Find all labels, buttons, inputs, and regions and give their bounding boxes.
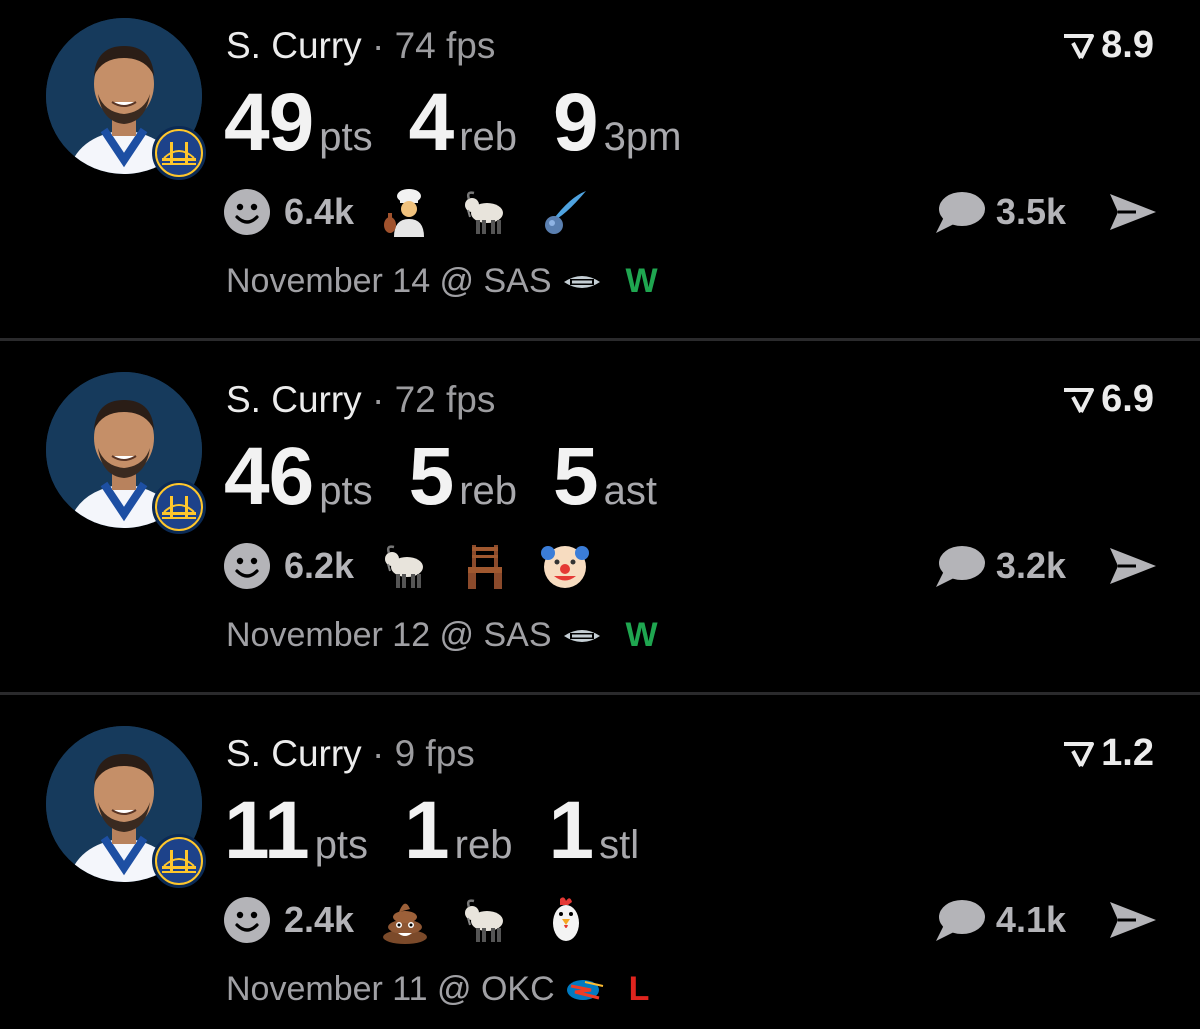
comment-count: 3.5k xyxy=(995,191,1066,232)
spurs-logo-icon xyxy=(563,629,600,642)
stat-label: reb xyxy=(454,823,513,867)
stat-line: 46 pts 5 reb 5 ast xyxy=(224,436,693,518)
post-byline: S. Curry · 9 fps xyxy=(226,732,475,776)
stat-label: pts xyxy=(314,823,369,867)
comment-action[interactable]: 3.5k xyxy=(934,186,1066,238)
rating-icon xyxy=(1064,387,1095,413)
reaction-count: 6.4k xyxy=(284,191,355,232)
smiley-react-icon[interactable] xyxy=(222,895,272,945)
comment-count: 4.1k xyxy=(995,899,1066,940)
rating-icon xyxy=(1064,741,1095,767)
comment-bubble-icon xyxy=(935,900,985,941)
poop-emoji[interactable] xyxy=(380,895,430,945)
post-byline: S. Curry · 72 fps xyxy=(226,378,495,422)
post-feed: S. Curry · 74 fps 8.9 49 pts 4 reb 9 3pm… xyxy=(0,0,1200,1029)
comment-bubble-icon xyxy=(935,546,985,587)
warriors-logo-icon xyxy=(152,126,206,180)
stat-label: 3pm xyxy=(603,115,682,159)
post-card[interactable]: S. Curry · 72 fps 6.9 46 pts 5 reb 5 ast… xyxy=(0,352,1200,692)
stat-value: 11 xyxy=(224,785,310,876)
rating-value: 6.9 xyxy=(1101,378,1154,420)
reaction-bar: 2.4k xyxy=(222,894,620,946)
stat-label: stl xyxy=(599,823,640,867)
reaction-bar: 6.2k xyxy=(222,540,620,592)
stat-value: 9 xyxy=(553,77,599,168)
stat-label: reb xyxy=(459,115,517,159)
player-name[interactable]: S. Curry xyxy=(226,25,362,66)
game-info: November 12 @ SAS W xyxy=(226,616,658,655)
player-name[interactable]: S. Curry xyxy=(226,733,362,774)
comment-bubble-icon xyxy=(935,192,985,233)
clown-emoji[interactable] xyxy=(540,541,590,591)
stat-label: ast xyxy=(603,469,657,513)
player-name[interactable]: S. Curry xyxy=(226,379,362,420)
share-icon[interactable] xyxy=(1106,544,1158,588)
rating-icon xyxy=(1064,33,1095,59)
fps-value: 74 fps xyxy=(394,25,496,66)
stat-value: 4 xyxy=(408,77,455,168)
post-rating: 1.2 xyxy=(1061,732,1154,775)
chair-emoji[interactable] xyxy=(460,541,510,591)
smiley-react-icon[interactable] xyxy=(222,541,272,591)
game-info: November 11 @ OKC L xyxy=(226,970,649,1009)
stat-value: 49 xyxy=(224,77,314,168)
goat-emoji[interactable] xyxy=(380,541,430,591)
stat-value: 1 xyxy=(548,785,594,876)
post-rating: 6.9 xyxy=(1061,378,1154,421)
post-divider xyxy=(0,692,1200,695)
rating-value: 1.2 xyxy=(1101,732,1154,774)
game-date-opponent: November 11 @ OKC xyxy=(226,970,555,1008)
game-date-opponent: November 12 @ SAS xyxy=(226,616,552,654)
spurs-logo-icon xyxy=(563,275,600,288)
game-info: November 14 @ SAS W xyxy=(226,262,658,301)
game-result-loss: L xyxy=(628,970,650,1008)
comment-count: 3.2k xyxy=(995,545,1066,586)
comment-action[interactable]: 3.2k xyxy=(934,540,1066,592)
post-rating: 8.9 xyxy=(1061,24,1154,67)
byline-separator: · xyxy=(371,733,385,774)
stat-label: pts xyxy=(319,469,373,513)
fps-value: 9 fps xyxy=(394,733,475,774)
stat-value: 5 xyxy=(408,431,455,522)
stat-value: 1 xyxy=(404,785,450,876)
cook-emoji[interactable] xyxy=(380,187,430,237)
thunder-logo-icon xyxy=(566,979,603,1000)
stat-line: 49 pts 4 reb 9 3pm xyxy=(224,82,717,164)
byline-separator: · xyxy=(371,379,385,420)
byline-separator: · xyxy=(371,25,385,66)
reaction-bar: 6.4k xyxy=(222,186,620,238)
game-date-opponent: November 14 @ SAS xyxy=(226,262,552,300)
stat-label: reb xyxy=(459,469,517,513)
fps-value: 72 fps xyxy=(394,379,496,420)
reaction-count: 2.4k xyxy=(284,899,355,940)
warriors-logo-icon xyxy=(152,834,206,888)
stat-line: 11 pts 1 reb 1 stl xyxy=(224,790,675,872)
reaction-count: 6.2k xyxy=(284,545,355,586)
goat-emoji[interactable] xyxy=(460,187,510,237)
post-card[interactable]: S. Curry · 9 fps 1.2 11 pts 1 reb 1 stl … xyxy=(0,706,1200,1029)
game-result-win: W xyxy=(625,616,658,654)
goat-emoji[interactable] xyxy=(460,895,510,945)
post-divider xyxy=(0,338,1200,341)
stat-value: 5 xyxy=(553,431,599,522)
game-result-win: W xyxy=(625,262,658,300)
stat-value: 46 xyxy=(224,431,314,522)
warriors-logo-icon xyxy=(152,480,206,534)
comment-action[interactable]: 4.1k xyxy=(934,894,1066,946)
chicken-emoji[interactable] xyxy=(540,895,590,945)
share-icon[interactable] xyxy=(1106,190,1158,234)
smiley-react-icon[interactable] xyxy=(222,187,272,237)
stat-label: pts xyxy=(319,115,373,159)
share-icon[interactable] xyxy=(1106,898,1158,942)
post-byline: S. Curry · 74 fps xyxy=(226,24,495,68)
rating-value: 8.9 xyxy=(1101,24,1154,66)
comet-emoji[interactable] xyxy=(540,187,590,237)
post-card[interactable]: S. Curry · 74 fps 8.9 49 pts 4 reb 9 3pm… xyxy=(0,0,1200,340)
